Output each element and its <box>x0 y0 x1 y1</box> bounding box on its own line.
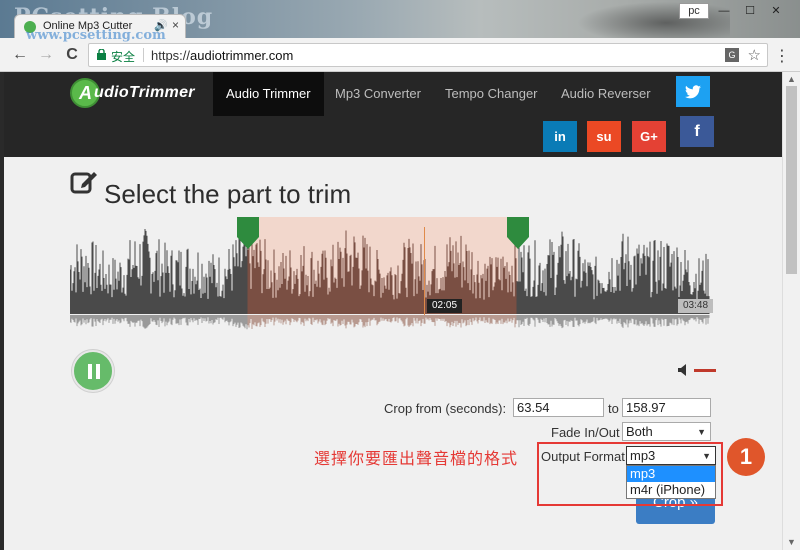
twitter-bird-glyph <box>685 85 701 99</box>
profile-button[interactable]: pc <box>679 3 709 19</box>
scroll-down-icon[interactable]: ▼ <box>787 537 796 547</box>
facebook-icon[interactable]: f <box>680 116 714 147</box>
playhead-line <box>424 227 425 315</box>
bookmark-star-icon[interactable]: ☆ <box>748 46 761 64</box>
selection-end-handle[interactable] <box>507 217 529 249</box>
stumbleupon-icon[interactable]: su <box>587 121 621 152</box>
site-header: A udioTrimmer Audio Trimmer Mp3 Converte… <box>4 72 782 157</box>
edit-icon <box>70 172 97 194</box>
browser-menu-icon[interactable]: ⋮ <box>774 46 790 66</box>
total-time-label: 03:48 <box>678 299 714 313</box>
lock-icon <box>97 49 106 60</box>
waveform[interactable] <box>70 217 710 337</box>
page-title: Select the part to trim <box>104 179 352 209</box>
pause-button[interactable] <box>72 350 114 392</box>
address-separator <box>143 48 144 62</box>
annotation-step-number: 1 <box>727 438 765 476</box>
scrollbar-thumb[interactable] <box>786 86 797 274</box>
chevron-down-icon: ▼ <box>697 427 706 437</box>
maximize-button[interactable]: ☐ <box>738 3 762 19</box>
fade-select[interactable]: Both ▼ <box>622 422 711 441</box>
crop-from-label: Crop from (seconds): <box>384 401 507 416</box>
fade-select-value: Both <box>626 424 653 439</box>
translate-icon[interactable]: G <box>725 48 739 62</box>
waveform-editor[interactable]: 02:05 03:48 <box>70 217 714 337</box>
nav-mp3-converter[interactable]: Mp3 Converter <box>322 72 434 116</box>
forward-button[interactable]: → <box>36 45 56 65</box>
page-viewport: A udioTrimmer Audio Trimmer Mp3 Converte… <box>4 72 782 550</box>
crop-to-label: to <box>608 401 619 416</box>
twitter-icon[interactable] <box>676 76 710 107</box>
back-button[interactable]: ← <box>10 45 30 65</box>
reload-button[interactable]: C <box>62 45 82 65</box>
browser-toolbar: ← → C 安全 https://audiotrimmer.com G ☆ ⋮ <box>0 38 800 72</box>
selection-start-handle[interactable] <box>237 217 259 249</box>
close-window-button[interactable]: ✕ <box>764 3 788 19</box>
crop-from-input[interactable] <box>513 398 604 417</box>
address-bar[interactable]: 安全 https://audiotrimmer.com G ☆ <box>88 43 768 67</box>
annotation-highlight-box <box>537 442 723 506</box>
annotation-text: 選擇你要匯出聲音檔的格式 <box>314 451 519 468</box>
tab-close-icon[interactable]: × <box>172 18 179 32</box>
url-scheme: https:// <box>151 48 191 63</box>
minimize-button[interactable]: — <box>712 3 736 19</box>
url-text[interactable]: https://audiotrimmer.com <box>151 48 293 63</box>
url-host: audiotrimmer.com <box>190 48 294 63</box>
page-scrollbar[interactable]: ▲ ▼ <box>782 72 800 550</box>
watermark-url: www.pcsetting.com <box>26 28 166 43</box>
scroll-up-icon[interactable]: ▲ <box>787 74 796 84</box>
linkedin-icon[interactable]: in <box>543 121 577 152</box>
volume-slider[interactable] <box>694 369 716 372</box>
logo-text: udioTrimmer <box>94 84 195 101</box>
current-time-label: 02:05 <box>427 299 463 313</box>
secure-label: 安全 <box>111 50 136 64</box>
nav-audio-reverser[interactable]: Audio Reverser <box>548 72 664 116</box>
crop-to-input[interactable] <box>622 398 711 417</box>
google-plus-icon[interactable]: G+ <box>632 121 666 152</box>
nav-tempo-changer[interactable]: Tempo Changer <box>432 72 551 116</box>
volume-icon[interactable] <box>678 364 688 376</box>
nav-audio-trimmer[interactable]: Audio Trimmer <box>213 72 324 116</box>
fade-label: Fade In/Out <box>551 425 620 440</box>
logo-letter: A <box>79 83 92 103</box>
